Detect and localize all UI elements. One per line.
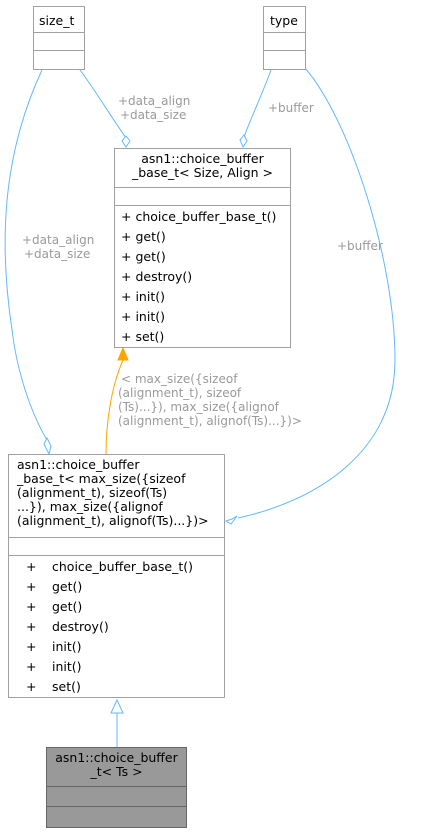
edge-type-to-base-template [243, 69, 272, 138]
inheritance-arrowhead [110, 698, 124, 714]
edge-label-data-size: +data_size [120, 108, 187, 122]
aggregation-diamond [121, 135, 131, 148]
method-name: destroy() [52, 619, 109, 634]
method-name: init() [52, 639, 82, 654]
edge-label-data-align: +data_align [22, 233, 95, 247]
method-visibility: + [26, 679, 37, 694]
class-box-size-t[interactable]: size_t [33, 6, 85, 70]
aggregation-diamond [43, 436, 52, 456]
class-box-choice-buffer-base-instance[interactable]: asn1::choice_buffer _base_t< max_size({s… [8, 454, 225, 698]
class-name: size_t [39, 13, 75, 28]
edge-label-data-align: +data_align [118, 94, 191, 108]
method-name: set() [52, 679, 81, 694]
class-name-line: asn1::choice_buffer [55, 750, 178, 765]
class-name: type [270, 13, 298, 28]
class-name-line: _t< Ts > [90, 764, 143, 779]
method: + get() [121, 249, 166, 264]
class-box-choice-buffer-t[interactable]: asn1::choice_buffer _t< Ts > [46, 747, 187, 828]
method-name: get() [52, 599, 83, 614]
method-visibility: + [26, 639, 37, 654]
method-visibility: + [26, 599, 37, 614]
aggregation-diamond [239, 134, 248, 149]
template-binding-label-line: (alignment_t), alignof(Ts)...})> [118, 414, 302, 428]
template-binding-label-line: (Ts)...}), max_size({alignof [118, 400, 279, 414]
edge-label-buffer: +buffer [337, 239, 383, 253]
class-name-line: ...}), max_size({alignof [17, 499, 163, 514]
method: + init() [121, 309, 165, 324]
template-arrowhead [117, 346, 129, 361]
method: + init() [121, 289, 165, 304]
aggregation-diamond [224, 515, 238, 525]
method-visibility: + [26, 579, 37, 594]
class-box-type[interactable]: type [263, 6, 306, 70]
class-name-line: (alignment_t), alignof(Ts)...})> [17, 513, 209, 528]
method-name: get() [52, 579, 83, 594]
method-visibility: + [26, 559, 37, 574]
method-name: init() [52, 659, 82, 674]
method: + choice_buffer_base_t() [121, 209, 277, 224]
method: + get() [121, 229, 166, 244]
method-name: choice_buffer_base_t() [52, 559, 193, 574]
method-visibility: + [26, 619, 37, 634]
edge-label-data-size: +data_size [24, 247, 91, 261]
class-name-line: _base_t< Size, Align > [131, 165, 274, 180]
method: + set() [121, 329, 165, 344]
template-binding-label-line: (alignment_t), sizeof [118, 386, 242, 400]
class-box-choice-buffer-base-template[interactable]: asn1::choice_buffer _base_t< Size, Align… [114, 148, 291, 348]
class-name-line: asn1::choice_buffer [141, 151, 264, 166]
edge-label-buffer: +buffer [268, 101, 314, 115]
class-name-line: _base_t< max_size({sizeof [17, 471, 186, 486]
class-name-line: asn1::choice_buffer [17, 457, 140, 472]
method-visibility: + [26, 659, 37, 674]
template-binding-label-line: < max_size({sizeof [121, 372, 238, 386]
method: + destroy() [121, 269, 193, 284]
class-name-line: (alignment_t), sizeof(Ts) [17, 485, 168, 500]
